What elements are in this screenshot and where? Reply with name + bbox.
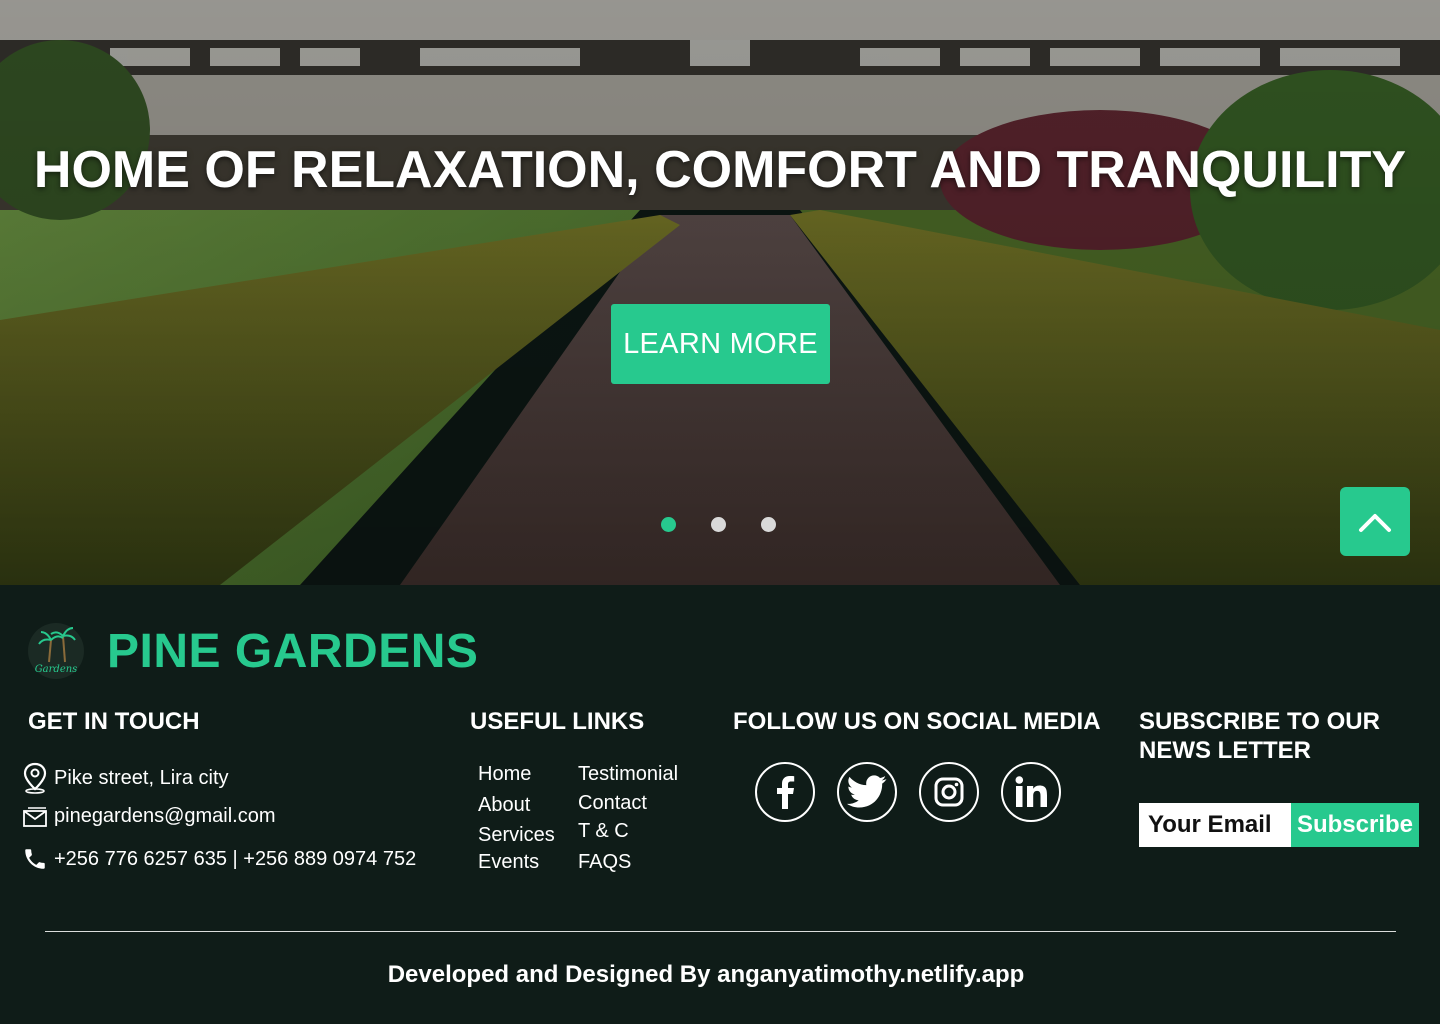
- subscribe-button[interactable]: Subscribe: [1291, 803, 1419, 847]
- get-in-touch-title: GET IN TOUCH: [28, 708, 200, 735]
- hero-section: HOME OF RELAXATION, COMFORT AND TRANQUIL…: [0, 0, 1440, 585]
- site-footer: Gardens PINE GARDENS GET IN TOUCH Pike s…: [0, 585, 1440, 1024]
- address-text: Pike street, Lira city: [54, 766, 229, 789]
- carousel-indicators: [661, 517, 811, 532]
- carousel-dot-1[interactable]: [661, 517, 676, 532]
- link-testimonial[interactable]: Testimonial: [578, 763, 678, 786]
- credit-text[interactable]: Developed and Designed By anganyatimothy…: [0, 961, 1412, 989]
- phone-row: +256 776 6257 635 | +256 889 0974 752: [22, 846, 416, 872]
- link-contact[interactable]: Contact: [578, 792, 647, 815]
- phone-icon: [25, 849, 45, 869]
- useful-links-title: USEFUL LINKS: [470, 708, 645, 735]
- subscribe-form: Subscribe: [1139, 803, 1419, 847]
- social-links: [755, 762, 1083, 822]
- logo-text: Gardens: [35, 664, 78, 675]
- link-events[interactable]: Events: [478, 851, 539, 874]
- carousel-dot-2[interactable]: [711, 517, 726, 532]
- link-services[interactable]: Services: [478, 824, 555, 847]
- scroll-to-top-button[interactable]: [1340, 487, 1410, 556]
- link-faqs[interactable]: FAQS: [578, 851, 631, 874]
- carousel-dot-3[interactable]: [761, 517, 776, 532]
- brand[interactable]: Gardens PINE GARDENS: [27, 622, 478, 680]
- twitter-link[interactable]: [837, 762, 897, 822]
- address-row: Pike street, Lira city: [22, 762, 229, 794]
- palm-tree-logo: Gardens: [28, 623, 84, 679]
- email-input[interactable]: [1139, 803, 1291, 847]
- phone-text[interactable]: +256 776 6257 635 | +256 889 0974 752: [54, 848, 416, 871]
- chevron-up-icon: [1359, 513, 1391, 532]
- email-row: pinegardens@gmail.com: [22, 805, 276, 828]
- footer-divider: [45, 931, 1396, 932]
- email-text[interactable]: pinegardens@gmail.com: [54, 805, 276, 828]
- location-pin-icon: [23, 762, 47, 794]
- brand-name: PINE GARDENS: [107, 624, 479, 678]
- social-media-title: FOLLOW US ON SOCIAL MEDIA: [733, 708, 1101, 735]
- linkedin-icon: [1015, 776, 1047, 807]
- mail-icon: [23, 806, 47, 827]
- subscribe-title: SUBSCRIBE TO OUR NEWS LETTER: [1139, 708, 1380, 764]
- hero-background-image: [0, 0, 1440, 585]
- learn-more-button[interactable]: LEARN MORE: [611, 304, 830, 384]
- facebook-icon: [777, 776, 795, 809]
- facebook-link[interactable]: [755, 762, 815, 822]
- link-about[interactable]: About: [478, 794, 530, 817]
- link-home[interactable]: Home: [478, 763, 531, 786]
- linkedin-link[interactable]: [1001, 762, 1061, 822]
- instagram-link[interactable]: [919, 762, 979, 822]
- instagram-icon: [934, 777, 964, 807]
- twitter-icon: [847, 775, 887, 808]
- hero-title: HOME OF RELAXATION, COMFORT AND TRANQUIL…: [33, 141, 1407, 199]
- link-tc[interactable]: T & C: [578, 820, 629, 843]
